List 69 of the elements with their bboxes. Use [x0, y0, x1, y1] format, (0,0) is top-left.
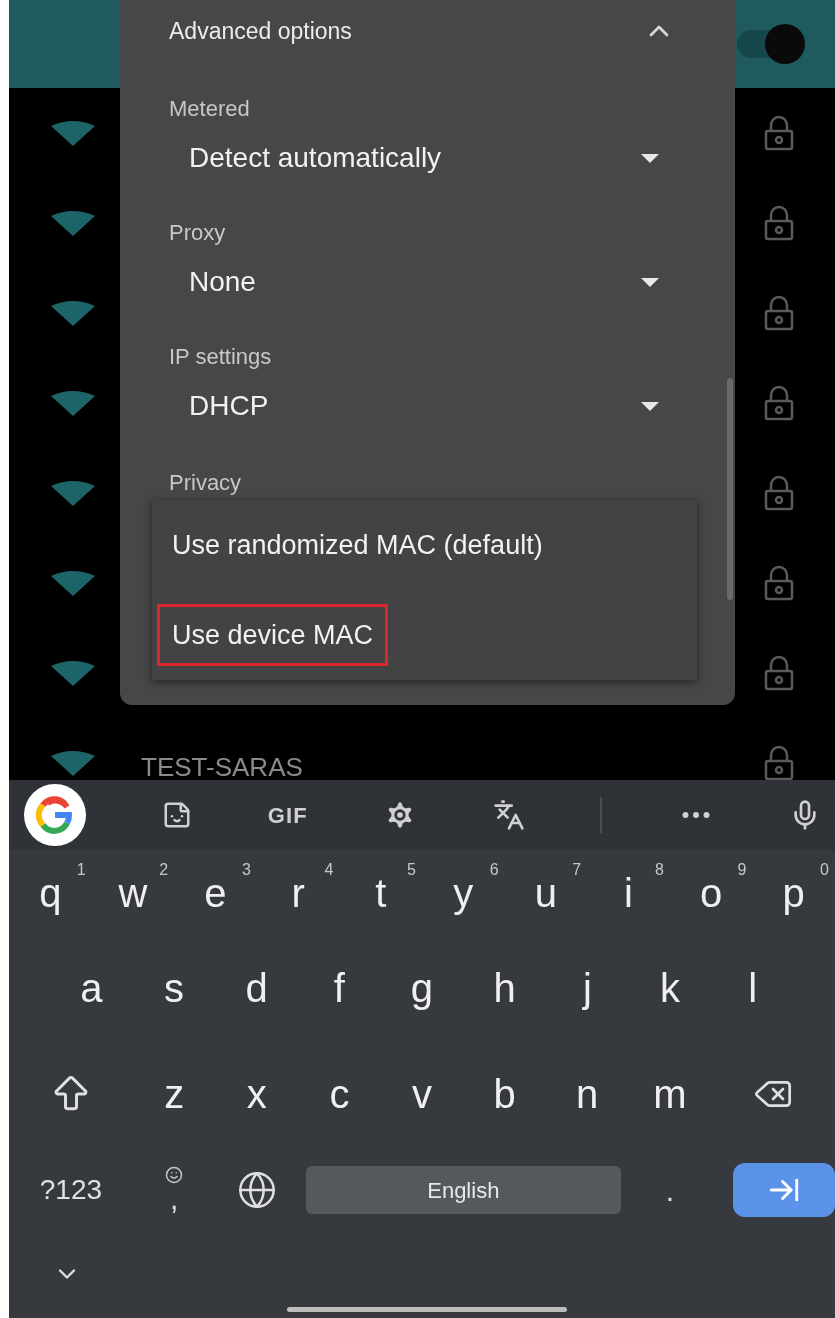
key[interactable]: e 3: [174, 854, 257, 932]
key-hint: 3: [241, 860, 251, 880]
key[interactable]: i 8: [587, 854, 670, 932]
key[interactable]: m: [628, 1044, 712, 1144]
key-hint: 1: [76, 860, 86, 880]
network-name[interactable]: TEST-SARAS: [141, 747, 763, 780]
key-hint: 4: [324, 860, 334, 880]
gif-button[interactable]: GIF: [267, 798, 308, 832]
key[interactable]: l: [711, 932, 794, 1044]
comma-key[interactable]: ,: [132, 1144, 216, 1236]
key-hint: 8: [654, 860, 664, 880]
key[interactable]: r 4: [256, 854, 340, 932]
dropdown[interactable]: Detect automatically: [169, 122, 675, 194]
key[interactable]: b: [463, 1044, 546, 1144]
key[interactable]: s: [132, 932, 216, 1044]
key[interactable]: k: [628, 932, 712, 1044]
key-hint: 6: [489, 860, 499, 880]
key[interactable]: t 5: [339, 854, 422, 932]
wifi-icon: [51, 750, 95, 776]
key[interactable]: q 1: [9, 854, 92, 932]
key-hint: 5: [407, 860, 416, 880]
field-label: IP settings: [169, 343, 273, 370]
key-hint: 7: [572, 860, 582, 880]
key[interactable]: n: [545, 1044, 629, 1144]
translate-icon[interactable]: [492, 799, 525, 831]
key[interactable]: d: [215, 932, 298, 1044]
key-hint: 2: [159, 860, 169, 880]
wifi-icon: [51, 570, 95, 596]
google-logo-icon[interactable]: [23, 783, 87, 847]
enter-button[interactable]: [733, 1163, 835, 1217]
key-hint: 9: [737, 860, 747, 880]
wifi-icon: [51, 480, 95, 506]
wifi-icon: [51, 300, 95, 326]
caret-icon: [641, 277, 659, 287]
field-label: Metered: [169, 95, 251, 122]
key[interactable]: o 9: [669, 854, 753, 932]
dropdown[interactable]: None: [169, 246, 675, 318]
key[interactable]: c: [298, 1044, 381, 1144]
menu-option[interactable]: Use randomized MAC (default): [157, 513, 558, 577]
dropdown[interactable]: DHCP: [169, 370, 675, 442]
emoji-icon: [165, 1166, 184, 1184]
key[interactable]: f: [298, 932, 381, 1044]
symbols-key[interactable]: ?123: [9, 1144, 133, 1236]
key[interactable]: h: [463, 932, 546, 1044]
field-label: Proxy: [169, 219, 227, 246]
key[interactable]: z: [132, 1044, 216, 1144]
globe-icon[interactable]: [236, 1170, 277, 1210]
key[interactable]: x: [215, 1044, 299, 1144]
key[interactable]: a: [50, 932, 133, 1044]
period-key[interactable]: .: [628, 1144, 712, 1236]
key-hint: 0: [820, 860, 829, 880]
space-bar[interactable]: English: [306, 1166, 621, 1214]
sticker-icon[interactable]: [162, 800, 193, 830]
field-label: Privacy: [169, 469, 243, 496]
key[interactable]: v: [380, 1044, 464, 1144]
caret-icon: [641, 153, 659, 163]
key[interactable]: p 0: [752, 854, 835, 932]
key[interactable]: w 2: [91, 854, 175, 932]
key[interactable]: u 7: [504, 854, 588, 932]
key[interactable]: y 6: [422, 854, 505, 932]
section-title: Advanced options: [169, 16, 352, 46]
wifi-icon: [51, 210, 95, 236]
caret-icon: [641, 401, 659, 411]
wifi-icon: [51, 390, 95, 416]
key[interactable]: j: [546, 932, 629, 1044]
wifi-icon: [51, 660, 95, 686]
key[interactable]: g: [380, 932, 464, 1044]
wifi-icon: [51, 120, 95, 146]
menu-option[interactable]: Use device MAC: [157, 603, 389, 667]
